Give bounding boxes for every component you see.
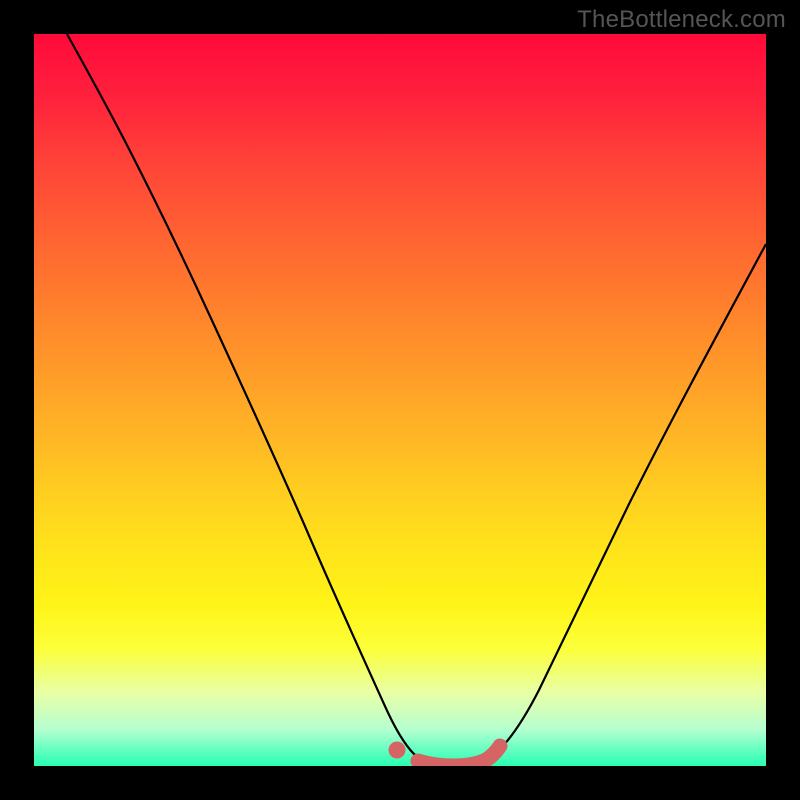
chart-container: TheBottleneck.com xyxy=(0,0,800,800)
valley-highlight-stroke xyxy=(418,746,500,766)
marker-dot-icon xyxy=(389,742,406,759)
bottleneck-curve xyxy=(67,34,766,766)
watermark-text: TheBottleneck.com xyxy=(577,6,786,34)
chart-svg xyxy=(34,34,766,766)
plot-area xyxy=(34,34,766,766)
